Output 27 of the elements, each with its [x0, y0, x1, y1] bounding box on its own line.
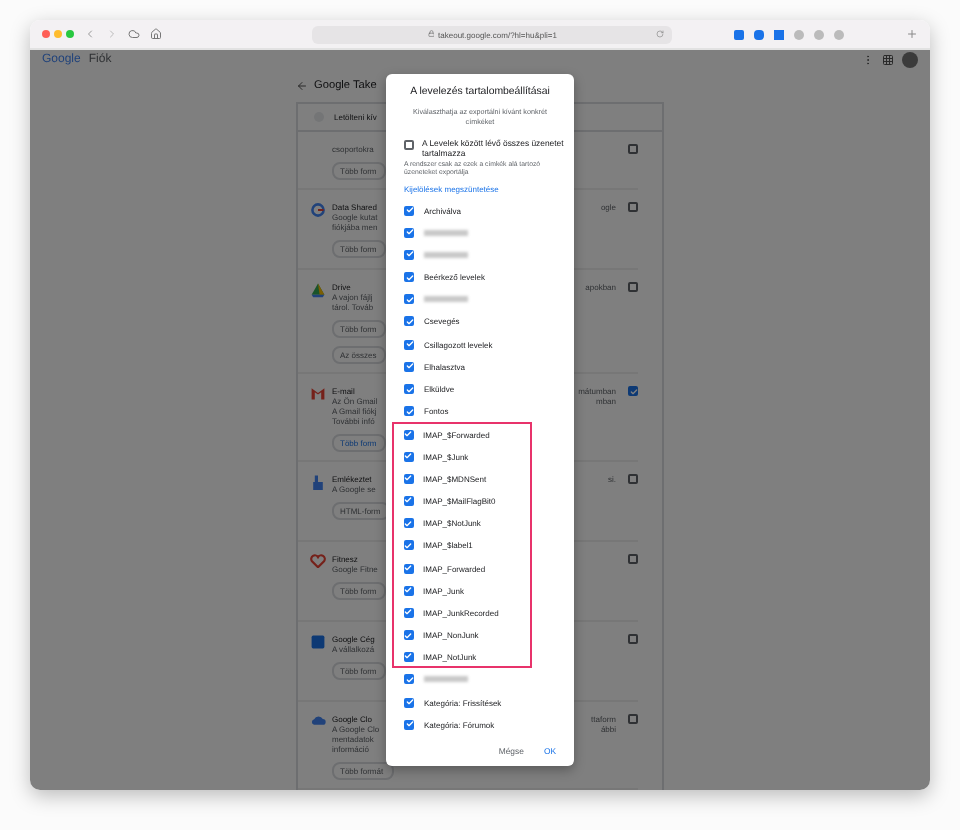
heart-icon: [310, 554, 326, 568]
cloud-icon[interactable]: [128, 28, 140, 40]
checkbox[interactable]: [628, 554, 638, 564]
cloud-icon: [310, 714, 326, 726]
new-tab-icon[interactable]: [906, 28, 918, 40]
checkbox[interactable]: [628, 634, 638, 644]
back-arrow-icon[interactable]: [296, 80, 308, 92]
triangle-icon: [310, 282, 326, 298]
store-icon: [310, 634, 326, 650]
checkbox[interactable]: [628, 474, 638, 484]
avatar[interactable]: [902, 52, 918, 68]
apps-icon[interactable]: [882, 54, 894, 66]
blurred-label: [424, 676, 468, 683]
blurred-label: [424, 296, 468, 303]
checkbox[interactable]: [628, 282, 638, 292]
home-icon[interactable]: [150, 28, 162, 40]
blurred-label: [424, 229, 468, 236]
checkbox[interactable]: [628, 144, 638, 154]
envelope-icon: [310, 386, 326, 400]
checkbox[interactable]: [628, 202, 638, 212]
g-logo-icon: [310, 202, 326, 218]
lock-icon: [427, 30, 435, 38]
checkbox[interactable]: [404, 140, 414, 150]
checkbox[interactable]: [628, 714, 638, 724]
blurred-label: [424, 251, 468, 258]
hand-icon: [310, 474, 326, 490]
close-icon[interactable]: [42, 30, 50, 38]
